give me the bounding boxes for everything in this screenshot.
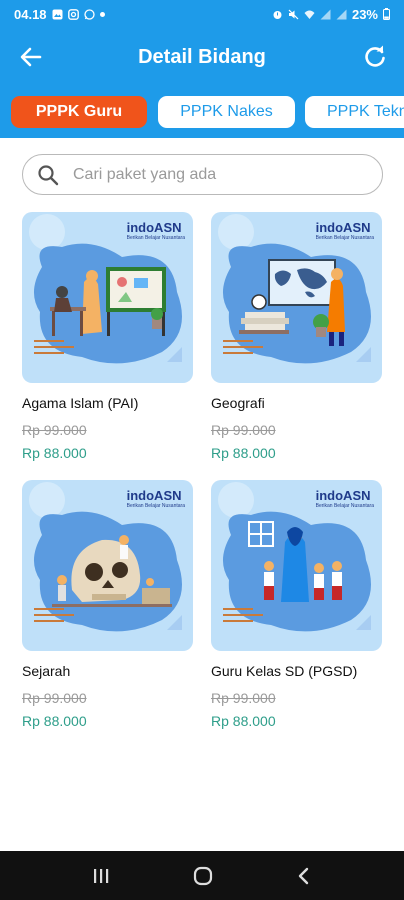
category-tabs: PPPK Guru PPPK Nakes PPPK Tekn [0, 86, 404, 138]
search-input[interactable] [73, 165, 353, 184]
discount-price: Rp 88.000 [211, 713, 276, 729]
package-card[interactable]: indoASN Berikan Belajar Nusantara Guru Ke… [211, 480, 382, 729]
system-navigation-bar [0, 851, 404, 900]
signal-2-icon [336, 9, 347, 19]
original-price: Rp 99.000 [22, 690, 87, 706]
package-thumbnail: indoASN Berikan Belajar Nusantara [211, 480, 382, 651]
package-name: Geografi [211, 395, 265, 411]
brand-logo: indoASN Berikan Belajar Nusantara [126, 220, 185, 241]
page-title: Detail Bidang [138, 45, 266, 68]
package-thumbnail: indoASN Berikan Belajar Nusantara [22, 480, 193, 651]
home-icon[interactable] [192, 865, 214, 887]
package-thumbnail: indoASN Berikan Belajar Nusantara [22, 212, 193, 383]
search-icon [38, 164, 59, 185]
notification-dot-icon [99, 11, 105, 17]
battery-icon [383, 8, 390, 20]
gallery-icon [52, 9, 63, 19]
instagram-icon [67, 8, 79, 20]
whatsapp-icon [83, 8, 95, 20]
package-name: Guru Kelas SD (PGSD) [211, 663, 358, 679]
original-price: Rp 99.000 [211, 690, 276, 706]
discount-price: Rp 88.000 [22, 713, 87, 729]
package-name: Agama Islam (PAI) [22, 395, 139, 411]
search-bar[interactable] [22, 154, 383, 195]
tab-pppk-nakes[interactable]: PPPK Nakes [158, 96, 295, 128]
brand-logo: indoASN Berikan Belajar Nusantara [126, 488, 185, 509]
original-price: Rp 99.000 [22, 422, 87, 438]
package-card[interactable]: indoASN Berikan Belajar Nusantara Geograf… [211, 212, 382, 461]
recent-apps-icon[interactable] [91, 867, 111, 885]
discount-price: Rp 88.000 [211, 445, 276, 461]
wifi-icon [304, 10, 315, 19]
brand-logo: indoASN Berikan Belajar Nusantara [315, 220, 374, 241]
alarm-icon [273, 10, 282, 19]
package-thumbnail: indoASN Berikan Belajar Nusantara [211, 212, 382, 383]
tab-pppk-guru[interactable]: PPPK Guru [11, 96, 147, 128]
package-card[interactable]: indoASN Berikan Belajar Nusantara Agama I… [22, 212, 193, 461]
status-time: 04.18 [14, 6, 47, 22]
brand-logo: indoASN Berikan Belajar Nusantara [315, 488, 374, 509]
package-card[interactable]: indoASN Berikan Belajar Nusantara Sejarah… [22, 480, 193, 729]
tab-pppk-teknis[interactable]: PPPK Tekn [305, 96, 404, 128]
signal-icon [320, 9, 331, 19]
discount-price: Rp 88.000 [22, 445, 87, 461]
arrow-left-icon[interactable] [18, 44, 44, 70]
refresh-icon[interactable] [362, 44, 388, 70]
package-name: Sejarah [22, 663, 71, 679]
original-price: Rp 99.000 [211, 422, 276, 438]
mute-icon [288, 9, 299, 19]
battery-percent: 23% [351, 6, 378, 22]
app-bar: Detail Bidang [0, 28, 404, 86]
status-bar: 04.18 23% [0, 0, 404, 28]
nav-back-icon[interactable] [295, 866, 313, 886]
